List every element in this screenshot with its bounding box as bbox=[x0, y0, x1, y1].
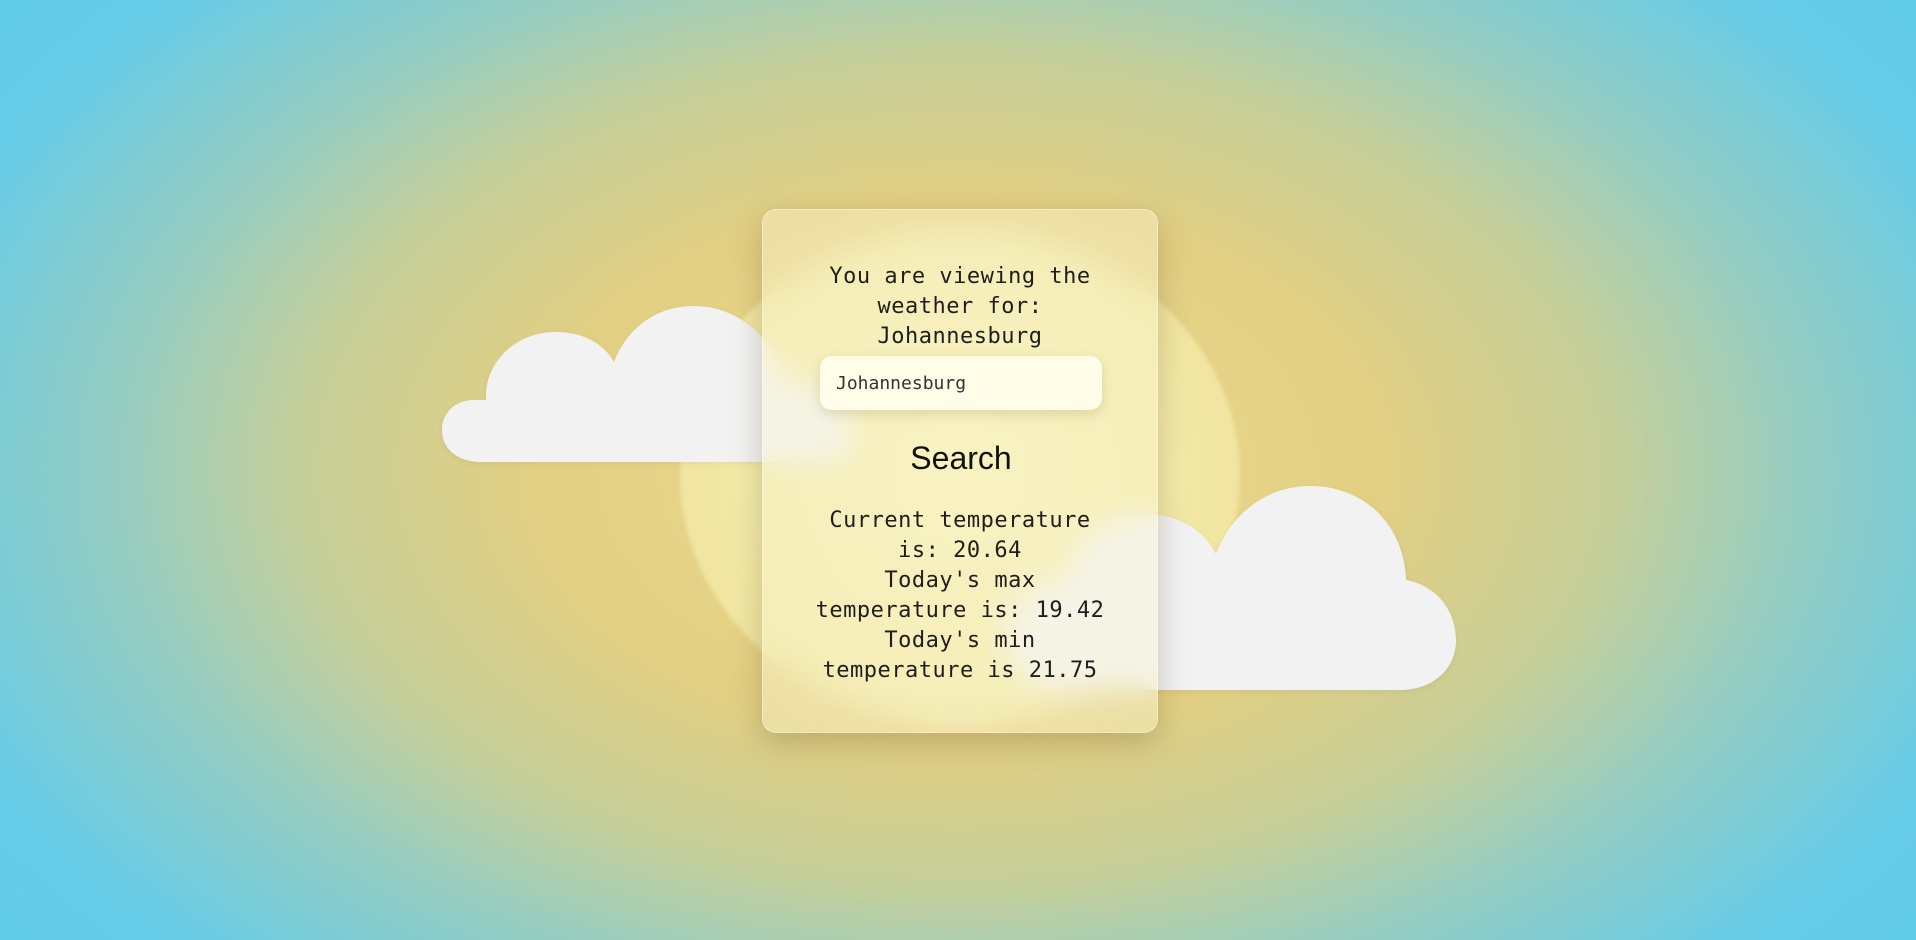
heading-city: Johannesburg bbox=[877, 324, 1043, 349]
weather-results: Current temperature is: 20.64 Today's ma… bbox=[803, 506, 1117, 686]
heading-text: You are viewing the weather for: Johanne… bbox=[803, 262, 1117, 352]
weather-card: You are viewing the weather for: Johanne… bbox=[762, 209, 1158, 733]
min-temperature-text: Today's min temperature is 21.75 bbox=[822, 628, 1098, 683]
current-temperature-text: Current temperature is: 20.64 bbox=[829, 508, 1091, 563]
search-button[interactable]: Search bbox=[861, 434, 1061, 482]
heading-label: You are viewing the weather for: bbox=[829, 264, 1091, 319]
city-search-input[interactable] bbox=[820, 356, 1102, 410]
max-temperature-text: Today's max temperature is: 19.42 bbox=[815, 568, 1105, 623]
